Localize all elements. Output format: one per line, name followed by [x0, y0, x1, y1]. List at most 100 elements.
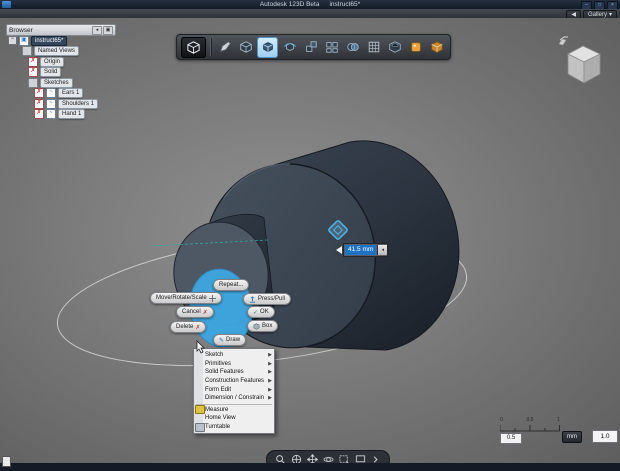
viewcube[interactable]	[556, 36, 608, 88]
draw-label: Draw	[226, 337, 241, 343]
menu-item-label: Solid Features	[205, 369, 244, 376]
visibility-off-icon[interactable]: ✗	[34, 98, 44, 109]
tree-row-solid[interactable]: ✗ Solid	[28, 67, 62, 77]
units-button[interactable]: mm	[562, 431, 582, 443]
material-icon[interactable]	[406, 38, 425, 57]
menu-item-label: Form Edit	[205, 386, 232, 393]
menu-item-label: Measure	[205, 406, 229, 413]
visibility-off-icon[interactable]: ✗	[28, 67, 38, 77]
box-button[interactable]: Box	[247, 320, 279, 332]
tree-row-ears[interactable]: ✗ ~ Ears 1	[34, 88, 84, 98]
viewport-3d[interactable]	[0, 18, 620, 463]
tree-label[interactable]: Hand 1	[58, 109, 86, 119]
menu-item-solid-features[interactable]: Solid Features ▶	[194, 368, 274, 377]
main-toolbar	[176, 34, 451, 60]
draw-pencil-icon: ✎	[219, 337, 225, 344]
dimension-value[interactable]: 41.5 mm	[345, 245, 377, 255]
menu-item-measure[interactable]: Measure	[194, 405, 274, 415]
tree-row-sketches[interactable]: Sketches	[28, 77, 73, 88]
tree-row-hand[interactable]: ✗ ~ Hand 1	[34, 109, 86, 119]
scale-icon[interactable]	[301, 38, 320, 57]
tree-label[interactable]: Sketches	[40, 77, 73, 88]
menu-item-primitives[interactable]: Primitives ▶	[194, 360, 274, 369]
browser-title: Browser	[9, 26, 33, 34]
delete-button[interactable]: Delete ✗	[170, 321, 207, 333]
menu-separator	[196, 403, 272, 405]
press-pull-button[interactable]: Press/Pull	[243, 293, 292, 305]
tree-row-named-views[interactable]: Named Views	[22, 46, 79, 56]
tree-label[interactable]: Origin	[40, 56, 65, 67]
sketches-folder-icon	[28, 77, 38, 88]
dimension-spinner-icon[interactable]: ◂	[377, 245, 388, 255]
primitive-box-icon[interactable]	[236, 38, 255, 57]
mouse-cursor	[196, 340, 205, 354]
combine-icon[interactable]	[343, 38, 362, 57]
drag-handle-icon[interactable]	[336, 246, 342, 254]
tree-row-document[interactable]: − ▣ instruct65*	[8, 35, 68, 46]
app-menu-button[interactable]	[181, 36, 206, 58]
submenu-arrow-icon: ▶	[268, 386, 272, 393]
draw-button[interactable]: ✎ Draw	[213, 334, 247, 346]
cancel-label: Cancel	[182, 309, 201, 315]
menu-item-form-edit[interactable]: Form Edit ▶	[194, 385, 274, 394]
shell-icon[interactable]	[385, 38, 404, 57]
ok-button[interactable]: ✓ OK	[247, 306, 275, 318]
menu-item-sketch[interactable]: Sketch ▶	[194, 351, 274, 360]
tree-label[interactable]: Ears 1	[58, 88, 84, 98]
tree-label[interactable]: instruct65*	[31, 35, 68, 46]
dimension-input[interactable]: 41.5 mm ◂	[343, 243, 389, 257]
turntable-icon	[195, 422, 205, 432]
delete-icon: ✗	[195, 324, 201, 331]
submenu-arrow-icon: ▶	[268, 352, 272, 359]
browser-panel-header[interactable]: Browser ◂ ▣	[6, 24, 116, 36]
browser-collapse-button[interactable]: ◂	[92, 25, 102, 35]
move-rotate-scale-button[interactable]: Move/Rotate/Scale	[150, 292, 222, 304]
app-cube-icon	[187, 40, 200, 54]
menu-item-label: Dimension / Constrain	[205, 395, 265, 402]
repeat-label: Repeat...	[219, 282, 244, 288]
cancel-button[interactable]: Cancel ✗	[176, 306, 214, 318]
grid-size-field[interactable]: 0.5	[500, 433, 522, 444]
menu-item-label: Primitives	[205, 360, 232, 367]
grid-icon[interactable]	[364, 38, 383, 57]
menu-item-construction-features[interactable]: Construction Features ▶	[194, 377, 274, 386]
box-icon	[253, 322, 260, 330]
corner-document-icon[interactable]	[2, 456, 11, 467]
tree-label[interactable]: Named Views	[34, 46, 79, 56]
visibility-off-icon[interactable]: ✗	[34, 109, 44, 119]
delete-label: Delete	[176, 324, 194, 330]
visibility-off-icon[interactable]: ✗	[28, 56, 38, 67]
submenu-arrow-icon: ▶	[268, 395, 272, 402]
tree-row-shoulders[interactable]: ✗ ~ Shoulders 1	[34, 98, 99, 109]
repeat-button[interactable]: Repeat...	[213, 279, 250, 291]
ok-check-icon: ✓	[253, 309, 259, 316]
menu-item-turntable[interactable]: Turntable	[194, 422, 274, 432]
ruler-label-mid: 0.5	[526, 417, 534, 423]
tree-label[interactable]: Shoulders 1	[58, 98, 99, 109]
expand-toggle-icon[interactable]: −	[8, 36, 17, 45]
menu-item-home-view[interactable]: Home View	[194, 414, 274, 423]
grid-ruler	[500, 425, 560, 432]
pattern-icon[interactable]	[322, 38, 341, 57]
tree-row-origin[interactable]: ✗ Origin	[28, 56, 65, 67]
app-window: Autodesk 123D Beta instruct65* – □ × ◀ G…	[0, 0, 620, 471]
menu-item-label: Construction Features	[205, 378, 265, 385]
browser-popout-button[interactable]: ▣	[103, 25, 113, 35]
dimension-input-group: 41.5 mm ◂	[336, 243, 389, 257]
sketch-icon[interactable]	[215, 38, 234, 57]
texture-icon[interactable]	[427, 38, 446, 57]
tree-label[interactable]: Solid	[40, 67, 62, 77]
visibility-off-icon[interactable]: ✗	[34, 88, 44, 98]
press-pull-icon	[249, 295, 256, 303]
scene-canvas[interactable]	[0, 18, 620, 463]
context-submenu: Sketch ▶ Primitives ▶ Solid Features ▶ C…	[193, 348, 275, 435]
menu-item-dimension-constrain[interactable]: Dimension / Constrain ▶	[194, 394, 274, 403]
scale-bar: 0 0.5 1 0.5 mm	[498, 417, 618, 447]
title-app-name: Autodesk 123D Beta	[259, 1, 320, 8]
sketch-item-icon: ~	[46, 88, 56, 98]
press-pull-label: Press/Pull	[258, 296, 286, 302]
menu-item-label: Turntable	[205, 424, 231, 431]
rotate-icon[interactable]	[280, 38, 299, 57]
move-icon[interactable]	[257, 36, 278, 58]
snap-value-input[interactable]	[592, 430, 618, 443]
